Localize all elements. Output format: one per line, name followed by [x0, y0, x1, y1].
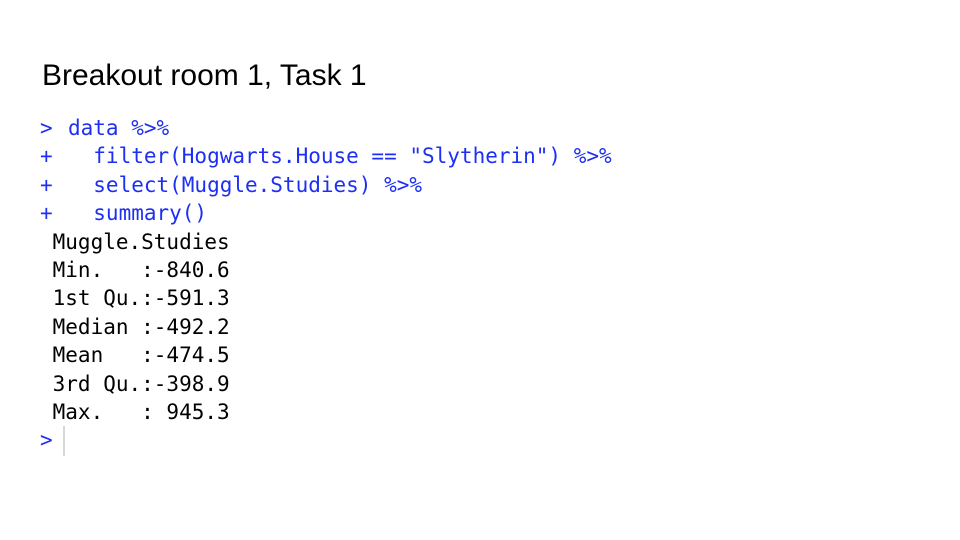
summary-header: Muggle.Studies: [40, 229, 230, 254]
console-prompt: >: [40, 428, 53, 453]
console-code: filter(Hogwarts.House == "Slytherin") %>…: [68, 144, 612, 169]
summary-row-1st-qu: 1st Qu.:-591.3: [40, 286, 230, 311]
console-input-line: + filter(Hogwarts.House == "Slytherin") …: [40, 142, 612, 170]
console-continuation-prompt: +: [40, 144, 53, 169]
summary-row-3rd-qu: 3rd Qu.:-398.9: [40, 371, 230, 396]
console-continuation-prompt: +: [40, 201, 53, 226]
console-prompt: >: [40, 116, 53, 140]
text-cursor: [62, 425, 65, 456]
summary-row-max: Max. : 945.3: [40, 399, 230, 424]
slide-title: Breakout room 1, Task 1: [42, 59, 367, 92]
console-input-line: + summary(): [40, 199, 612, 227]
console-input-line: > data %>%: [40, 114, 612, 142]
console-active-prompt-line[interactable]: >: [40, 425, 612, 456]
r-console[interactable]: > data %>% + filter(Hogwarts.House == "Sl…: [40, 114, 612, 456]
summary-row-mean: Mean :-474.5: [40, 343, 230, 368]
console-continuation-prompt: +: [40, 172, 53, 197]
console-input-line: + select(Muggle.Studies) %>%: [40, 171, 612, 199]
console-code: data %>%: [68, 116, 170, 140]
summary-row-min: Min. :-840.6: [40, 257, 230, 282]
console-code: summary(): [68, 201, 208, 226]
console-code: select(Muggle.Studies) %>%: [68, 172, 423, 197]
summary-row-median: Median :-492.2: [40, 314, 230, 339]
